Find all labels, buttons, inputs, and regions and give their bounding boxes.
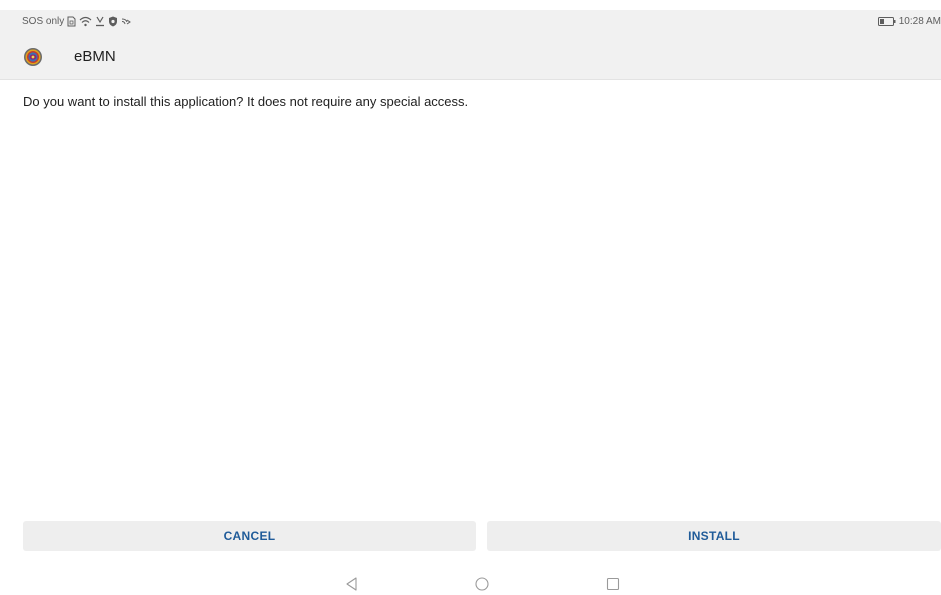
download-icon — [96, 16, 105, 26]
top-strip — [0, 0, 941, 10]
carrier-text: SOS only — [22, 15, 65, 27]
shield-icon — [109, 16, 118, 26]
home-icon[interactable] — [474, 576, 490, 592]
cast-icon — [122, 18, 132, 24]
install-button[interactable]: INSTALL — [487, 521, 941, 551]
status-right: 10:28 AM — [877, 14, 941, 28]
sim-card-icon — [67, 16, 76, 26]
recents-icon[interactable] — [605, 576, 621, 592]
back-icon[interactable] — [344, 576, 360, 592]
app-name: eBMN — [74, 48, 116, 65]
status-left: SOS only — [22, 14, 132, 28]
install-message: Do you want to install this application?… — [23, 94, 469, 109]
navigation-bar — [0, 572, 941, 595]
wifi-icon — [79, 16, 92, 26]
app-logo-icon — [24, 48, 42, 66]
cancel-button[interactable]: CANCEL — [23, 521, 476, 551]
status-bar: SOS only 10:28 AM — [0, 10, 941, 37]
battery-icon — [877, 16, 896, 26]
app-header: eBMN — [0, 37, 941, 80]
status-time: 10:28 AM — [898, 15, 941, 27]
